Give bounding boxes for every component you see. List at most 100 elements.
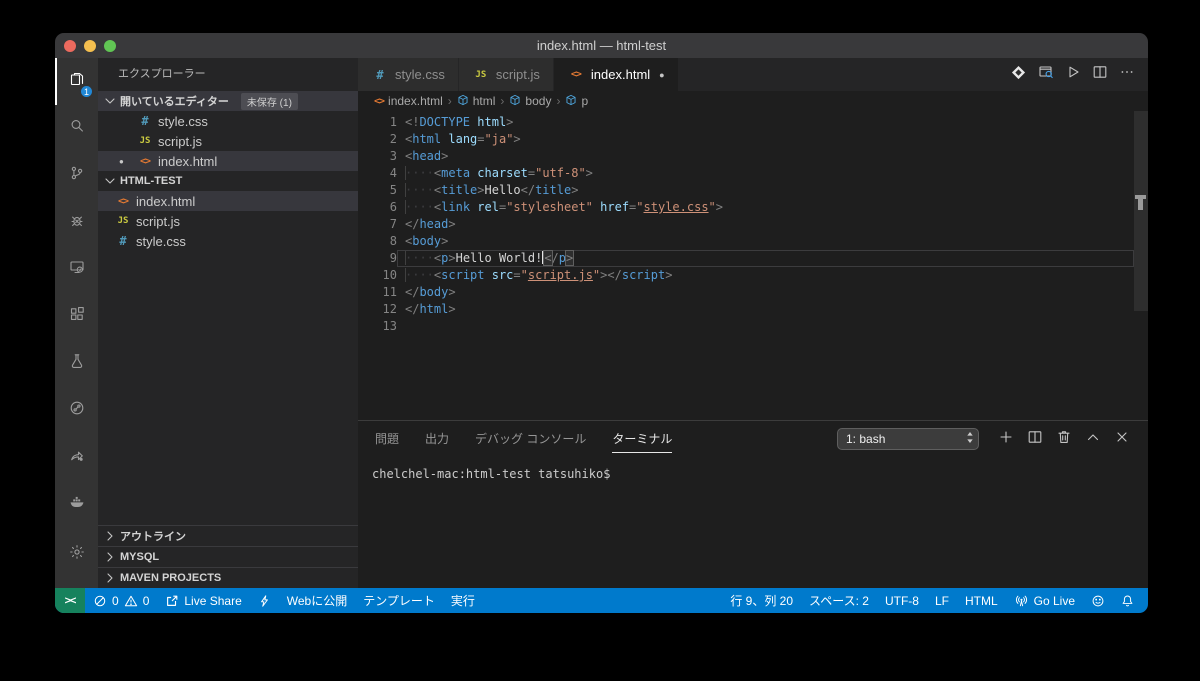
breadcrumb-item-p[interactable]: p	[565, 94, 588, 109]
status-notifications[interactable]	[1113, 588, 1142, 613]
sidebar-section-MYSQL[interactable]: MYSQL	[98, 546, 358, 567]
code-editor[interactable]: 1<!DOCTYPE html>2<html lang="ja">3<head>…	[358, 111, 1148, 420]
activity-item-explorer[interactable]: 1	[55, 58, 98, 105]
status-template[interactable]: テンプレート	[355, 588, 443, 613]
preview-button[interactable]	[1032, 61, 1059, 88]
editor-actions	[1005, 58, 1148, 91]
status-cursor-position[interactable]: 行 9、列 20	[722, 588, 801, 613]
code-token: ····	[405, 200, 434, 214]
open-editors-header[interactable]: 開いているエディター 未保存 (1)	[98, 91, 358, 111]
status-eol[interactable]: LF	[927, 588, 957, 613]
code-token: >	[566, 251, 573, 265]
breadcrumb-item-html[interactable]: html	[457, 94, 496, 109]
activity-item-search[interactable]	[55, 105, 98, 152]
breadcrumb-item-index.html[interactable]: <> index.html	[374, 94, 443, 108]
activity-item-extensions[interactable]	[55, 293, 98, 340]
line-content: <body>	[397, 233, 1148, 250]
list-item-index.html[interactable]: ●<>index.html	[98, 151, 358, 171]
code-token: >	[665, 268, 672, 282]
kill-terminal-button[interactable]	[1049, 425, 1078, 454]
code-token: meta	[441, 166, 470, 180]
format-button[interactable]	[1005, 61, 1032, 88]
panel-tab-ターミナル[interactable]: ターミナル	[612, 426, 672, 453]
new-terminal-icon	[998, 429, 1014, 450]
code-line-10[interactable]: 10····<script src="script.js"></script>	[358, 267, 1148, 284]
new-terminal-button[interactable]	[991, 425, 1020, 454]
line-number: 6	[358, 199, 397, 216]
html-file-icon: <>	[374, 96, 384, 107]
more-actions-button[interactable]	[1113, 61, 1140, 88]
code-line-12[interactable]: 12</html>	[358, 301, 1148, 318]
minimize-window-button[interactable]	[84, 40, 96, 52]
status-feedback-smiley[interactable]	[1083, 588, 1113, 613]
code-token: charset	[477, 166, 528, 180]
terminal[interactable]: chelchel-mac:html-test tatsuhiko$	[358, 457, 1148, 588]
list-item-script.js[interactable]: JSscript.js	[98, 211, 358, 231]
status-encoding[interactable]: UTF-8	[877, 588, 927, 613]
code-line-5[interactable]: 5····<title>Hello</title>	[358, 182, 1148, 199]
code-line-6[interactable]: 6····<link rel="stylesheet" href="style.…	[358, 199, 1148, 216]
editor-scrollbar[interactable]	[1134, 111, 1148, 420]
folder-header[interactable]: HTML-TEST	[98, 171, 358, 191]
breadcrumb-item-body[interactable]: body	[509, 94, 551, 109]
close-window-button[interactable]	[64, 40, 76, 52]
code-line-4[interactable]: 4····<meta charset="utf-8">	[358, 165, 1148, 182]
activity-item-docker[interactable]	[55, 481, 98, 528]
tab-label: style.css	[395, 67, 445, 82]
activity-item-share[interactable]	[55, 387, 98, 434]
code-line-13[interactable]: 13	[358, 318, 1148, 335]
code-line-8[interactable]: 8<body>	[358, 233, 1148, 250]
activity-item-source-control[interactable]	[55, 152, 98, 199]
status-bar: >< 00Live Share Webに公開テンプレート実行 行 9、列 20スペ…	[55, 588, 1148, 613]
status-language-mode[interactable]: HTML	[957, 588, 1006, 613]
panel-tab-問題[interactable]: 問題	[375, 426, 399, 453]
activity-item-remote-explorer[interactable]	[55, 246, 98, 293]
code-line-9[interactable]: 9····<p>Hello World!</p>	[358, 250, 1148, 267]
status-indentation[interactable]: スペース: 2	[801, 588, 877, 613]
status-problems[interactable]: 00	[85, 588, 157, 613]
panel-tab-デバッグ コンソール[interactable]: デバッグ コンソール	[475, 426, 586, 453]
activity-item-settings[interactable]	[55, 531, 98, 578]
title-bar[interactable]: index.html — html-test	[55, 33, 1148, 58]
chevron-right-icon	[102, 549, 118, 565]
tab-style.css[interactable]: #style.css	[358, 58, 459, 91]
activity-item-debug[interactable]	[55, 199, 98, 246]
tab-script.js[interactable]: JSscript.js	[459, 58, 554, 91]
code-line-7[interactable]: 7</head>	[358, 216, 1148, 233]
close-panel-button[interactable]	[1107, 425, 1136, 454]
zoom-window-button[interactable]	[104, 40, 116, 52]
panel-tab-出力[interactable]: 出力	[425, 426, 449, 453]
activity-item-feedback[interactable]	[55, 434, 98, 481]
activity-item-test[interactable]	[55, 340, 98, 387]
code-lines: 1<!DOCTYPE html>2<html lang="ja">3<head>…	[358, 114, 1148, 335]
code-token: </	[405, 302, 419, 316]
sidebar-section-MAVEN PROJECTS[interactable]: MAVEN PROJECTS	[98, 567, 358, 588]
code-token: script	[622, 268, 665, 282]
code-line-3[interactable]: 3<head>	[358, 148, 1148, 165]
maximize-panel-button[interactable]	[1078, 425, 1107, 454]
list-item-script.js[interactable]: JSscript.js	[98, 131, 358, 151]
status-live-share[interactable]: Live Share	[157, 588, 249, 613]
scrollbar-thumb[interactable]	[1134, 111, 1148, 311]
remote-indicator[interactable]: ><	[55, 588, 85, 613]
code-token: ····	[405, 166, 434, 180]
line-number: 8	[358, 233, 397, 250]
status-run-task[interactable]: 実行	[443, 588, 483, 613]
status-publish-web[interactable]: Webに公開	[279, 588, 355, 613]
split-editor-button[interactable]	[1086, 61, 1113, 88]
code-line-11[interactable]: 11</body>	[358, 284, 1148, 301]
run-button[interactable]	[1059, 61, 1086, 88]
breadcrumb-label: index.html	[388, 94, 443, 108]
sidebar-section-アウトライン[interactable]: アウトライン	[98, 525, 358, 546]
list-item-style.css[interactable]: #style.css	[98, 231, 358, 251]
status-go-live[interactable]: Go Live	[1006, 588, 1083, 613]
tab-index.html[interactable]: <>index.html●	[554, 58, 679, 91]
code-line-2[interactable]: 2<html lang="ja">	[358, 131, 1148, 148]
split-terminal-button[interactable]	[1020, 425, 1049, 454]
code-line-1[interactable]: 1<!DOCTYPE html>	[358, 114, 1148, 131]
line-number: 11	[358, 284, 397, 301]
terminal-select[interactable]: 1: bash	[837, 428, 979, 450]
list-item-index.html[interactable]: <>index.html	[98, 191, 358, 211]
list-item-style.css[interactable]: #style.css	[98, 111, 358, 131]
status-flash[interactable]	[250, 588, 279, 613]
